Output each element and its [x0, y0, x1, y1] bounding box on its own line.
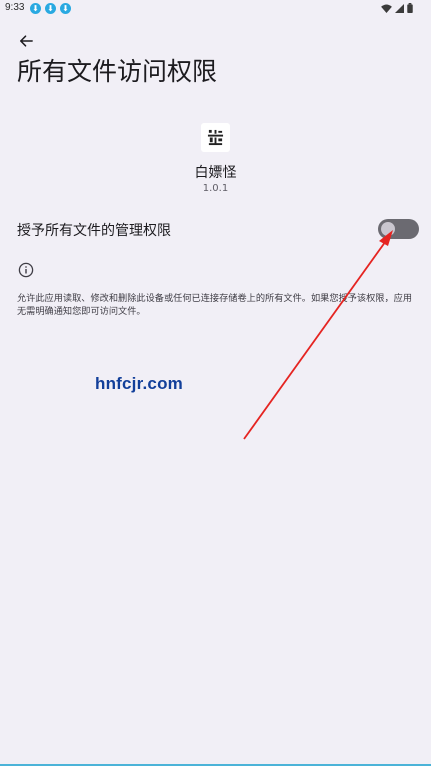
permission-description: 允许此应用读取、修改和删除此设备或任何已连接存储卷上的所有文件。如果您授予该权限… — [17, 293, 413, 317]
download-icon: ⬇ — [60, 3, 71, 14]
arrow-back-icon — [20, 35, 33, 47]
permission-toggle[interactable] — [378, 219, 419, 239]
app-icon — [201, 123, 230, 152]
system-icons — [381, 3, 413, 13]
app-logo-icon — [207, 129, 224, 146]
download-icon: ⬇ — [30, 3, 41, 14]
info-icon — [18, 262, 34, 278]
toggle-thumb — [381, 222, 395, 236]
annotation-arrow — [243, 230, 393, 440]
app-name: 白嫖怪 — [194, 165, 237, 181]
status-time: 9:33 — [5, 2, 25, 13]
permission-label: 授予所有文件的管理权限 — [17, 223, 171, 239]
status-bar: 9:33 ⬇ ⬇ ⬇ — [0, 0, 431, 18]
app-version: 1.0.1 — [202, 183, 229, 194]
download-icon: ⬇ — [45, 3, 56, 14]
watermark: hnfcjr.com — [95, 374, 183, 393]
wifi-icon — [381, 3, 392, 13]
permission-row[interactable]: 授予所有文件的管理权限 — [0, 212, 431, 246]
page-title: 所有文件访问权限 — [17, 57, 218, 86]
signal-icon — [395, 3, 404, 13]
back-button[interactable] — [13, 28, 39, 54]
battery-icon — [407, 3, 413, 13]
